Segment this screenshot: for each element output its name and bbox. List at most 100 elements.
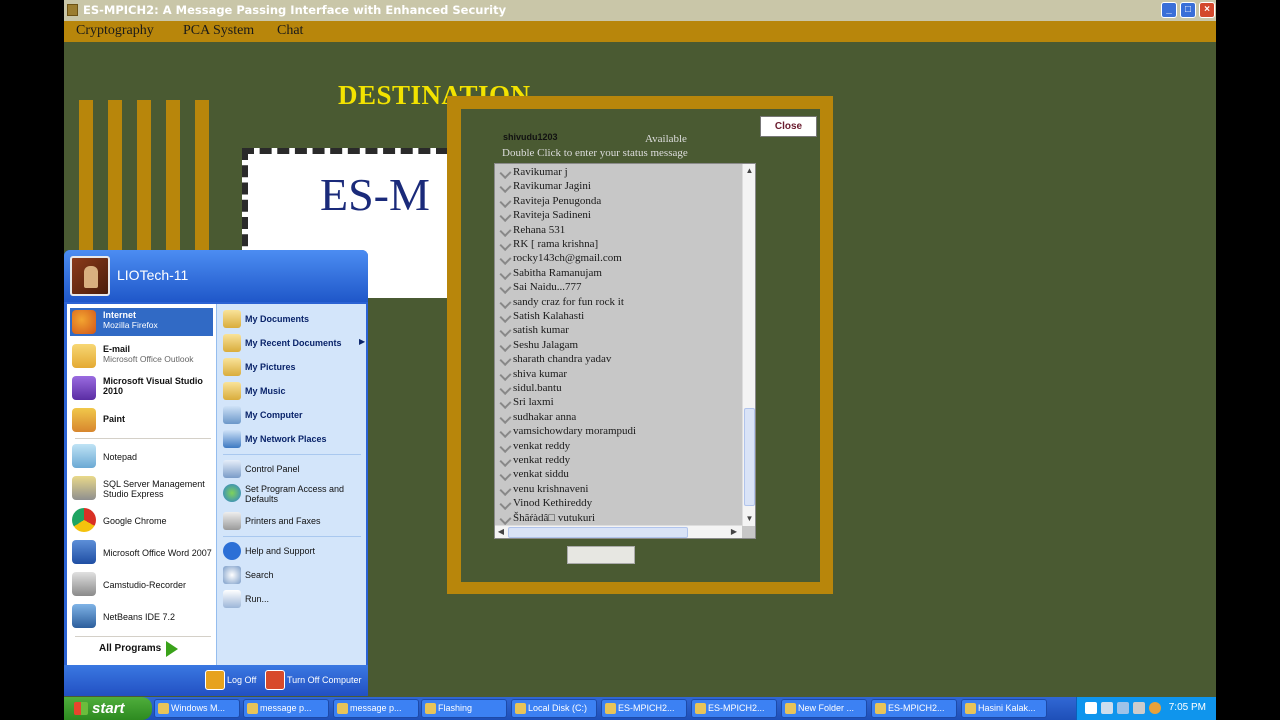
place-label: Printers and Faxes xyxy=(245,516,321,526)
taskbar-button[interactable]: message p... xyxy=(333,699,419,718)
recent-sql-server[interactable]: SQL Server Management Studio Express xyxy=(70,476,213,502)
place-recent-documents[interactable]: My Recent Documents ▶ xyxy=(221,334,365,354)
computer-icon xyxy=(223,406,241,424)
recent-word[interactable]: Microsoft Office Word 2007 xyxy=(70,540,213,566)
vertical-scrollbar[interactable]: ▲ ▼ xyxy=(742,164,755,526)
chat-action-button[interactable] xyxy=(567,546,635,564)
taskbar-button[interactable]: New Folder ... xyxy=(781,699,867,718)
windows-logo-icon xyxy=(74,702,88,715)
scroll-down-icon[interactable]: ▼ xyxy=(744,513,755,525)
scroll-right-icon[interactable]: ▶ xyxy=(728,526,740,538)
contact-item[interactable]: Sri laxmi xyxy=(499,396,554,410)
taskbar-button[interactable]: message p... xyxy=(243,699,329,718)
place-my-music[interactable]: My Music xyxy=(221,382,365,402)
place-search[interactable]: Search xyxy=(221,566,365,586)
update-tray-icon[interactable] xyxy=(1149,702,1161,714)
taskbar-button[interactable]: Hasini Kalak... xyxy=(961,699,1047,718)
taskbar-button[interactable]: ES-MPICH2... xyxy=(601,699,687,718)
place-program-access[interactable]: Set Program Access and Defaults xyxy=(221,484,365,508)
contact-item[interactable]: venkat siddu xyxy=(499,468,569,482)
title-bar[interactable]: ES-MPICH2: A Message Passing Interface w… xyxy=(64,0,1216,21)
contact-name: shiva kumar xyxy=(513,367,568,380)
control-panel-icon xyxy=(223,460,241,478)
volume-tray-icon[interactable] xyxy=(1133,702,1145,714)
music-folder-icon xyxy=(223,382,241,400)
contact-item[interactable]: sharath chandra yadav xyxy=(499,353,612,367)
contact-item[interactable]: Rehana 531 xyxy=(499,224,565,238)
place-run[interactable]: Run... xyxy=(221,590,365,610)
contact-name: rocky143ch@gmail.com xyxy=(513,252,622,265)
horizontal-scrollbar[interactable]: ◀ ▶ xyxy=(495,525,742,538)
contact-item[interactable]: Vinod Kethireddy xyxy=(499,497,592,511)
contact-item[interactable]: RK [ rama krishna] xyxy=(499,238,598,252)
contact-item[interactable]: Satish Kalahasti xyxy=(499,310,584,324)
place-my-documents[interactable]: My Documents xyxy=(221,310,365,330)
pinned-label: Paint xyxy=(103,414,126,424)
scroll-up-icon[interactable]: ▲ xyxy=(744,165,755,177)
scroll-thumb[interactable] xyxy=(744,408,755,506)
contact-item[interactable]: Sai Naidu...777 xyxy=(499,281,581,295)
recent-netbeans[interactable]: NetBeans IDE 7.2 xyxy=(70,604,213,630)
network-tray-icon[interactable] xyxy=(1101,702,1113,714)
pinned-visual-studio[interactable]: Microsoft Visual Studio 2010 xyxy=(70,374,213,402)
start-button[interactable]: start xyxy=(64,697,152,720)
status-hint[interactable]: Double Click to enter your status messag… xyxy=(502,147,688,159)
taskbar-button[interactable]: Local Disk (C:) xyxy=(511,699,597,718)
contact-item[interactable]: rocky143ch@gmail.com xyxy=(499,252,622,266)
contact-item[interactable]: Sabitha Ramanujam xyxy=(499,267,602,281)
contact-item[interactable]: sudhakar anna xyxy=(499,411,576,425)
contact-item[interactable]: sandy craz for fun rock it xyxy=(499,296,624,310)
contact-item[interactable]: Raviteja Penugonda xyxy=(499,195,601,209)
menu-chat[interactable]: Chat xyxy=(277,23,303,39)
scroll-left-icon[interactable]: ◀ xyxy=(495,526,507,538)
clock[interactable]: 7:05 PM xyxy=(1169,702,1206,713)
recent-folder-icon xyxy=(223,334,241,352)
minimize-button[interactable]: _ xyxy=(1161,2,1177,18)
contact-item[interactable]: Šhãŕàdâ□ vutukuri xyxy=(499,512,595,526)
maximize-button[interactable]: □ xyxy=(1180,2,1196,18)
taskbar-button[interactable]: ES-MPICH2... xyxy=(871,699,957,718)
place-my-pictures[interactable]: My Pictures xyxy=(221,358,365,378)
menu-pca-system[interactable]: PCA System xyxy=(183,23,254,39)
contact-item[interactable]: vamsichowdary morampudi xyxy=(499,425,636,439)
taskbar-button[interactable]: Windows M... xyxy=(154,699,240,718)
chat-close-button[interactable]: Close xyxy=(760,116,817,137)
contact-item[interactable]: Raviteja Sadineni xyxy=(499,209,591,223)
contact-item[interactable]: Ravikumar j xyxy=(499,166,568,180)
place-label: My Music xyxy=(245,386,286,396)
visual-studio-icon xyxy=(72,376,96,400)
contact-item[interactable]: sidul.bantu xyxy=(499,382,562,396)
recent-chrome[interactable]: Google Chrome xyxy=(70,508,213,534)
menu-cryptography[interactable]: Cryptography xyxy=(76,23,154,39)
online-check-icon xyxy=(499,454,512,468)
online-check-icon xyxy=(499,310,512,324)
taskbar-button[interactable]: ES-MPICH2... xyxy=(691,699,777,718)
contact-item[interactable]: Seshu Jalagam xyxy=(499,339,578,353)
contact-item[interactable]: shiva kumar xyxy=(499,367,568,382)
contact-name: sharath chandra yadav xyxy=(513,353,612,366)
contact-item[interactable]: Ravikumar Jagini xyxy=(499,180,591,194)
place-network[interactable]: My Network Places xyxy=(221,430,365,450)
taskbar-button[interactable]: Flashing xyxy=(421,699,507,718)
place-control-panel[interactable]: Control Panel xyxy=(221,460,365,480)
task-app-icon xyxy=(785,703,796,714)
close-window-button[interactable]: × xyxy=(1199,2,1215,18)
pinned-email[interactable]: E-mail Microsoft Office Outlook xyxy=(70,342,213,370)
contact-list[interactable]: Ravikumar j Ravikumar Jagini Raviteja Penu… xyxy=(494,163,756,539)
place-my-computer[interactable]: My Computer xyxy=(221,406,365,426)
contact-item[interactable]: venkat reddy xyxy=(499,440,570,454)
help-tray-icon[interactable] xyxy=(1085,702,1097,714)
all-programs-button[interactable]: All Programs xyxy=(99,643,161,654)
recent-notepad[interactable]: Notepad xyxy=(70,444,213,470)
contact-item[interactable]: venu krishnaveni xyxy=(499,483,588,497)
recent-camstudio[interactable]: Camstudio-Recorder xyxy=(70,572,213,598)
pinned-firefox[interactable]: Internet Mozilla Firefox xyxy=(70,308,213,336)
place-printers[interactable]: Printers and Faxes xyxy=(221,512,365,532)
status-label[interactable]: Available xyxy=(645,133,687,145)
hscroll-thumb[interactable] xyxy=(508,527,688,538)
place-help[interactable]: Help and Support xyxy=(221,542,365,562)
contact-item[interactable]: venkat reddy xyxy=(499,454,570,468)
pinned-paint[interactable]: Paint xyxy=(70,408,213,432)
display-tray-icon[interactable] xyxy=(1117,702,1129,714)
contact-item[interactable]: satish kumar xyxy=(499,324,569,338)
